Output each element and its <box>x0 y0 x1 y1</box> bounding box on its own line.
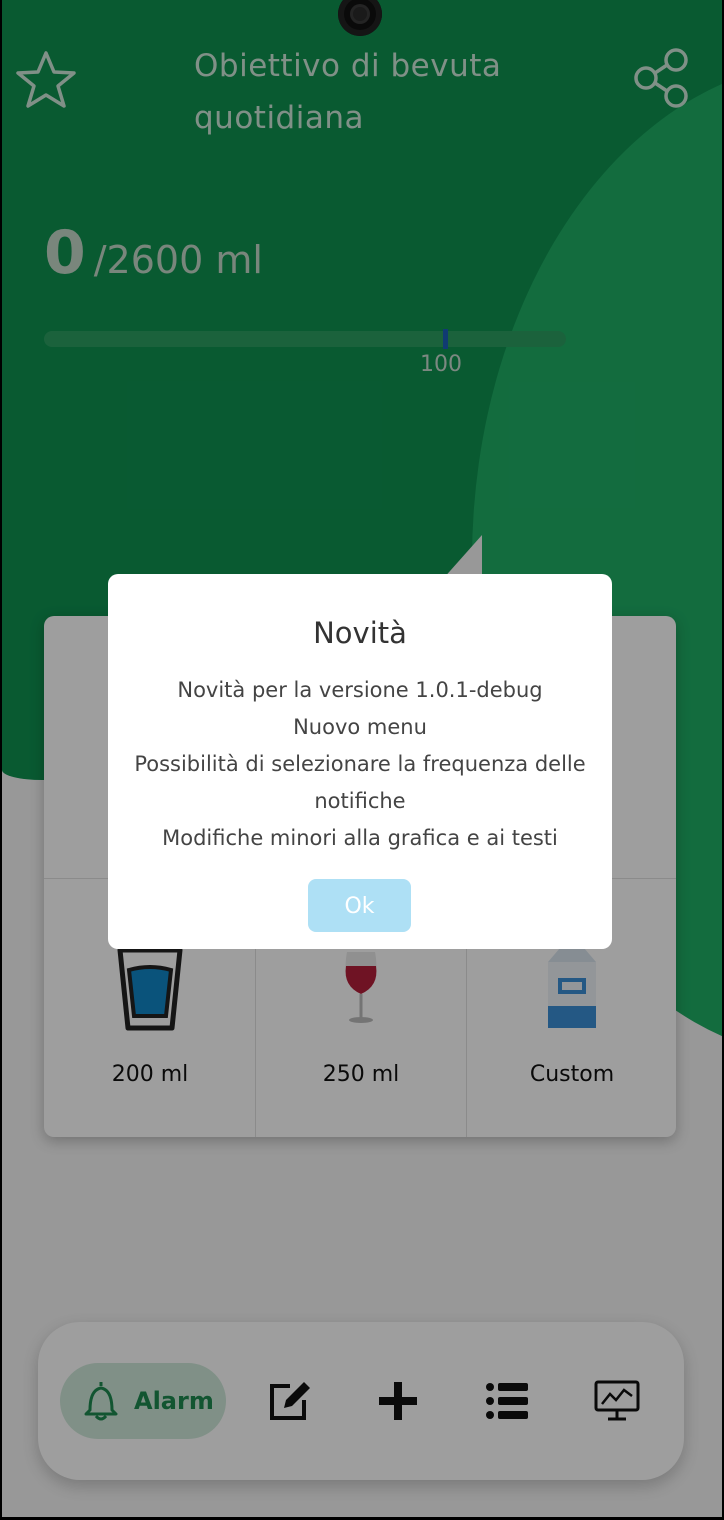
app-screen: Obiettivo di bevuta quotidiana 0/2600 ml… <box>2 0 722 1517</box>
dialog-line: Possibilità di selezionare la frequenza … <box>134 752 586 813</box>
whats-new-dialog: Novità Novità per la versione 1.0.1-debu… <box>108 574 612 949</box>
dialog-line: Novità per la versione 1.0.1-debug <box>177 678 543 702</box>
dialog-body: Novità per la versione 1.0.1-debug Nuovo… <box>108 672 612 857</box>
dialog-title: Novità <box>313 616 407 650</box>
ok-button[interactable]: Ok <box>308 879 411 932</box>
dialog-line: Modifiche minori alla grafica e ai testi <box>162 826 558 850</box>
dialog-line: Nuovo menu <box>293 715 427 739</box>
